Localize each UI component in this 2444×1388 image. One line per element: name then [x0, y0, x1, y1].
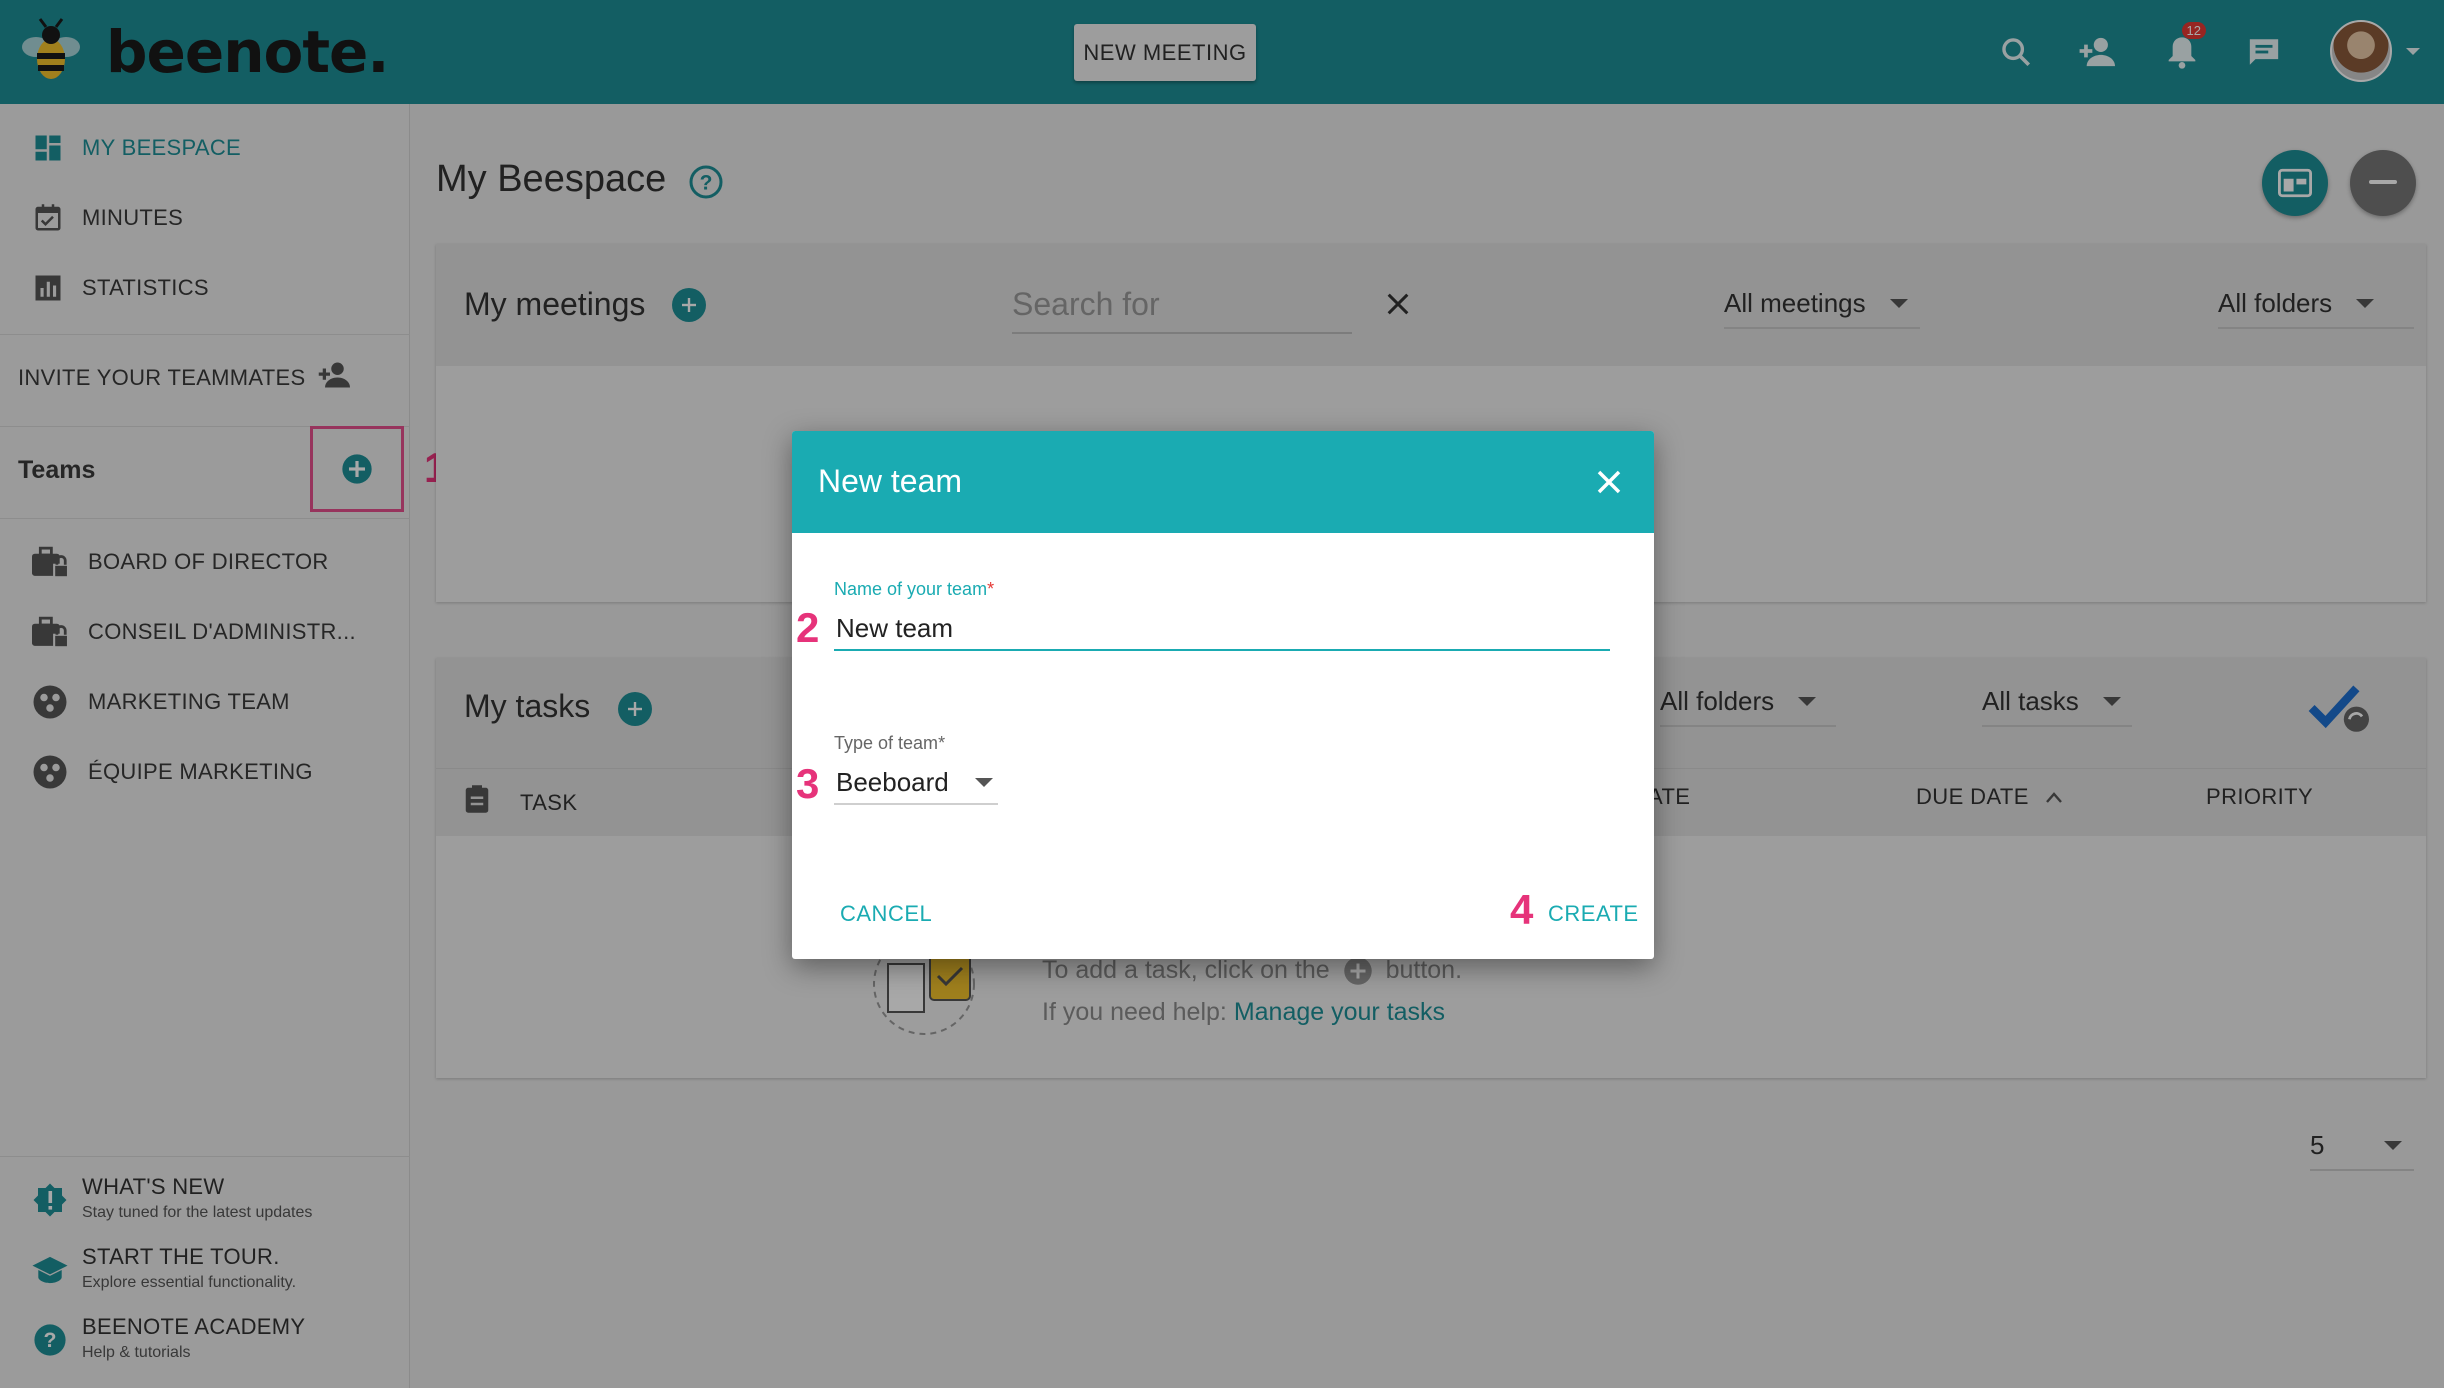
label-text: Name of your team — [834, 579, 988, 599]
team-name-input[interactable]: New team — [836, 613, 953, 644]
create-button[interactable]: CREATE — [1548, 901, 1639, 927]
team-name-label: Name of your team* — [834, 579, 994, 600]
close-icon[interactable] — [1594, 467, 1624, 497]
caret-down-icon — [974, 778, 993, 787]
required-mark: * — [987, 579, 995, 599]
team-type-label: Type of team* — [834, 733, 945, 754]
dialog-header: New team — [792, 431, 1654, 533]
annotation-2: 2 — [796, 604, 820, 651]
annotation-4: 4 — [1510, 886, 1534, 933]
required-mark: * — [938, 733, 946, 753]
select-value: Beeboard — [836, 767, 949, 797]
cancel-button[interactable]: CANCEL — [840, 901, 932, 927]
label-text: Type of team — [834, 733, 939, 753]
annotation-3: 3 — [796, 760, 820, 807]
team-type-underline — [834, 803, 998, 805]
new-team-dialog: New team Name of your team* New team Typ… — [792, 431, 1654, 959]
team-name-underline — [834, 649, 1610, 651]
team-type-select[interactable]: Beeboard — [836, 767, 993, 798]
dialog-title: New team — [818, 463, 963, 499]
